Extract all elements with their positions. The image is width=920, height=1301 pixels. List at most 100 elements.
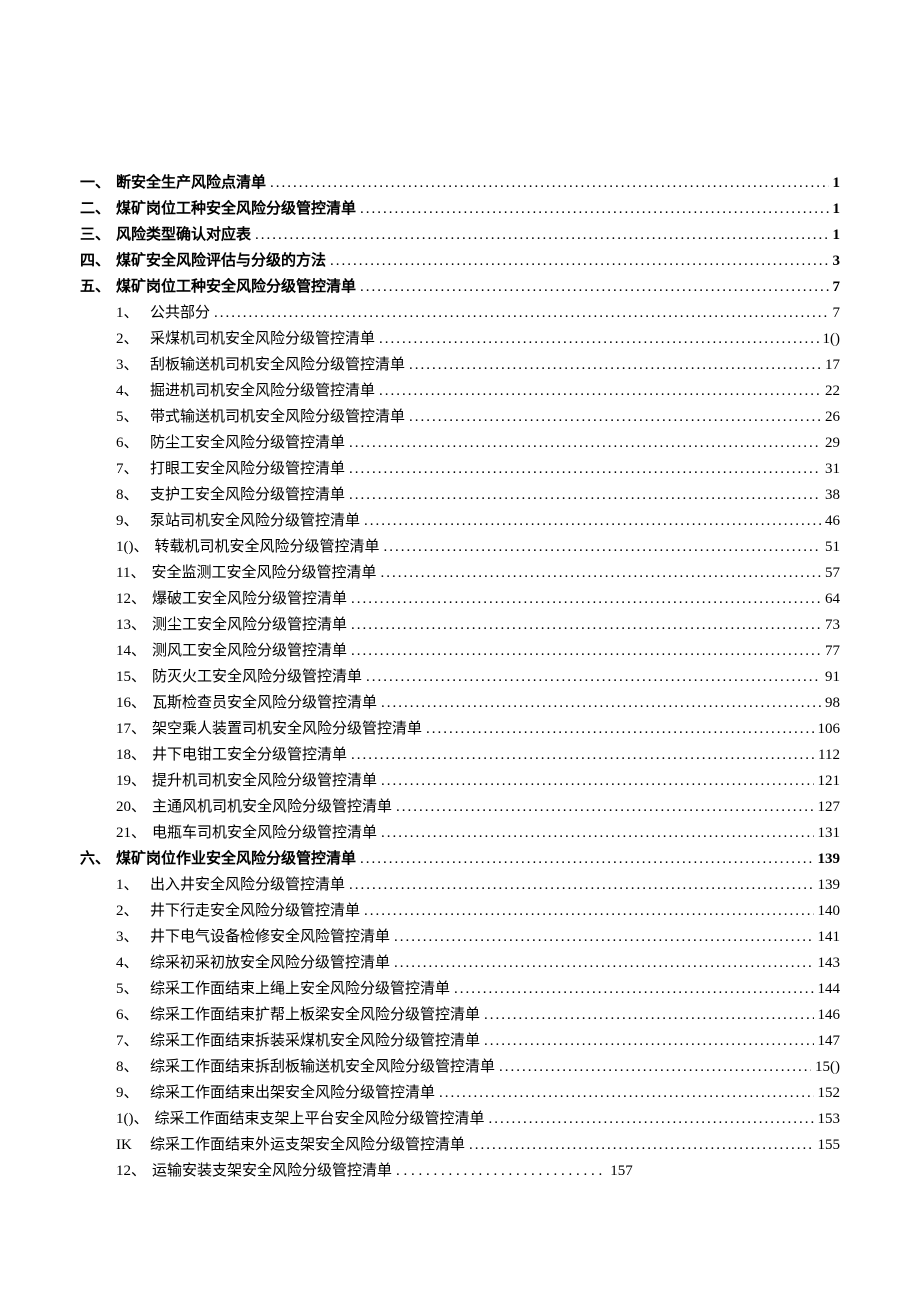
toc-entry-number: 7、 (116, 1028, 150, 1054)
toc-leader-dots (356, 274, 828, 300)
toc-entry-number: 一、 (80, 170, 116, 196)
toc-entry-number: 11、 (116, 560, 151, 586)
toc-entry: 1、公共部分 7 (80, 300, 840, 326)
toc-entry-number: 1、 (116, 872, 150, 898)
toc-entry: 12、运输安装支架安全风险分级管控清单 . . . . . . . . . . … (80, 1158, 840, 1184)
toc-entry-number: 9、 (116, 508, 150, 534)
toc-entry: 5、综采工作面结束上绳上安全风险分级管控清单144 (80, 976, 840, 1002)
toc-leader-dots (422, 716, 813, 742)
toc-entry-title: 提升机司机安全风险分级管控清单 (152, 768, 377, 794)
toc-entry: 5、带式输送机司机安全风险分级管控清单26 (80, 404, 840, 430)
toc-entry: 4、掘进机司机安全风险分级管控清单22 (80, 378, 840, 404)
toc-entry: 9、泵站司机安全风险分级管控清单46 (80, 508, 840, 534)
toc-entry-number: 四、 (80, 248, 116, 274)
toc-entry-title: 主通风机司机安全风险分级管控清单 (152, 794, 392, 820)
toc-leader-dots (345, 872, 813, 898)
toc-entry: 7、打眼工安全风险分级管控清单31 (80, 456, 840, 482)
toc-leader-dots (480, 1002, 813, 1028)
toc-entry: IK 综采工作面结束外运支架安全风险分级管控清单 155 (80, 1132, 840, 1158)
toc-entry-title: 支护工安全风险分级管控清单 (150, 482, 345, 508)
toc-entry-page: 31 (821, 456, 840, 482)
toc-entry: 9、综采工作面结束出架安全风险分级管控清单152 (80, 1080, 840, 1106)
toc-entry-title: 公共部分 (150, 300, 210, 326)
toc-entry-title: 综采工作面结束拆刮板输送机安全风险分级管控清单 (150, 1054, 495, 1080)
toc-page: 一、断安全生产风险点清单1二、煤矿岗位工种安全风险分级管控清单1三、风险类型确认… (0, 0, 920, 1244)
toc-entry-number: 12、 (116, 1158, 152, 1184)
toc-entry-page: 155 (814, 1132, 841, 1158)
toc-entry-number: 六、 (80, 846, 116, 872)
toc-entry-title: 综采工作面结束出架安全风险分级管控清单 (150, 1080, 435, 1106)
toc-entry-title: 采煤机司机安全风险分级管控清单 (150, 326, 375, 352)
toc-leader-dots (345, 430, 821, 456)
toc-entry-page: 121 (814, 768, 841, 794)
toc-entry-page: 77 (821, 638, 840, 664)
toc-entry-page: 22 (821, 378, 840, 404)
toc-entry-number: 1、 (116, 300, 150, 326)
toc-leader-dots (390, 950, 813, 976)
toc-entry-number: 8、 (116, 1054, 150, 1080)
toc-entry-title: 掘进机司机安全风险分级管控清单 (150, 378, 375, 404)
toc-entry-page: 153 (814, 1106, 841, 1132)
toc-entry-title: 测风工安全风险分级管控清单 (152, 638, 347, 664)
toc-entry-page: 15() (811, 1054, 840, 1080)
toc-leader-dots (377, 768, 813, 794)
toc-entry-title: 煤矿安全风险评估与分级的方法 (116, 248, 326, 274)
toc-entry-page: 7 (829, 300, 841, 326)
toc-entry: 2、采煤机司机安全风险分级管控清单1() (80, 326, 840, 352)
toc-entry-number: 3、 (116, 924, 150, 950)
toc-leader-dots (362, 664, 821, 690)
toc-entry: 6、防尘工安全风险分级管控清单29 (80, 430, 840, 456)
toc-entry-page: 46 (821, 508, 840, 534)
toc-entry-number: 8、 (116, 482, 150, 508)
toc-entry: 4、综采初采初放安全风险分级管控清单143 (80, 950, 840, 976)
toc-entry: 3、刮板输送机司机安全风险分级管控清单17 (80, 352, 840, 378)
toc-leader-dots (376, 560, 821, 586)
toc-entry-number: 14、 (116, 638, 152, 664)
toc-entry: 14、测风工安全风险分级管控清单 77 (80, 638, 840, 664)
toc-entry-page: 57 (821, 560, 840, 586)
toc-leader-dots (356, 196, 828, 222)
toc-entry-page: 141 (814, 924, 841, 950)
toc-entry-page: 140 (814, 898, 841, 924)
toc-entry-page: 1 (829, 170, 841, 196)
toc-entry: 五、煤矿岗位工种安全风险分级管控清单7 (80, 274, 840, 300)
toc-entry-title: 带式输送机司机安全风险分级管控清单 (150, 404, 405, 430)
toc-entry-number: 1()、 (116, 534, 155, 560)
toc-entry: 二、煤矿岗位工种安全风险分级管控清单1 (80, 196, 840, 222)
toc-entry-number: 1()、 (116, 1106, 155, 1132)
toc-leader-dots (495, 1054, 811, 1080)
toc-leader-dots (465, 1132, 813, 1158)
toc-entry: 6、综采工作面结束扩帮上板梁安全风险分级管控清单146 (80, 1002, 840, 1028)
toc-entry-number: 6、 (116, 430, 150, 456)
toc-leader-dots (485, 1106, 814, 1132)
toc-leader-dots (360, 898, 813, 924)
toc-entry-page: 73 (821, 612, 840, 638)
toc-entry-title: 转载机司机安全风险分级管控清单 (155, 534, 380, 560)
toc-leader-dots (380, 534, 821, 560)
toc-leader-dots (450, 976, 813, 1002)
toc-entry-number: 18、 (116, 742, 152, 768)
toc-leader-dots (480, 1028, 813, 1054)
toc-entry-title: 防灭火工安全风险分级管控清单 (152, 664, 362, 690)
toc-entry-title: 断安全生产风险点清单 (116, 170, 266, 196)
toc-leader-dots (347, 742, 814, 768)
toc-entry-title: 打眼工安全风险分级管控清单 (150, 456, 345, 482)
toc-entry: 12、爆破工安全风险分级管控清单64 (80, 586, 840, 612)
toc-entry-page: 26 (821, 404, 840, 430)
toc-leader-dots (345, 456, 821, 482)
toc-entry-title: 架空乘人装置司机安全风险分级管控清单 (152, 716, 422, 742)
toc-entry: 20、主通风机司机安全风险分级管控清单127 (80, 794, 840, 820)
toc-entry: 2、井下行走安全风险分级管控清单140 (80, 898, 840, 924)
toc-entry-title: 煤矿岗位工种安全风险分级管控清单 (116, 274, 356, 300)
toc-entry: 1()、转载机司机安全风险分级管控清单51 (80, 534, 840, 560)
toc-entry: 18、井下电钳工安全分级管控清单112 (80, 742, 840, 768)
toc-entry-number: 二、 (80, 196, 116, 222)
toc-entry-page: 112 (814, 742, 840, 768)
toc-entry-page: 1() (819, 326, 841, 352)
toc-entry-title: 综采工作面结束拆装采煤机安全风险分级管控清单 (150, 1028, 480, 1054)
toc-entry-number: 16、 (116, 690, 152, 716)
toc-leader-dots (210, 300, 828, 326)
toc-entry-page: 144 (814, 976, 841, 1002)
toc-entry-title: 煤矿岗位工种安全风险分级管控清单 (116, 196, 356, 222)
toc-leader-dots (360, 508, 821, 534)
